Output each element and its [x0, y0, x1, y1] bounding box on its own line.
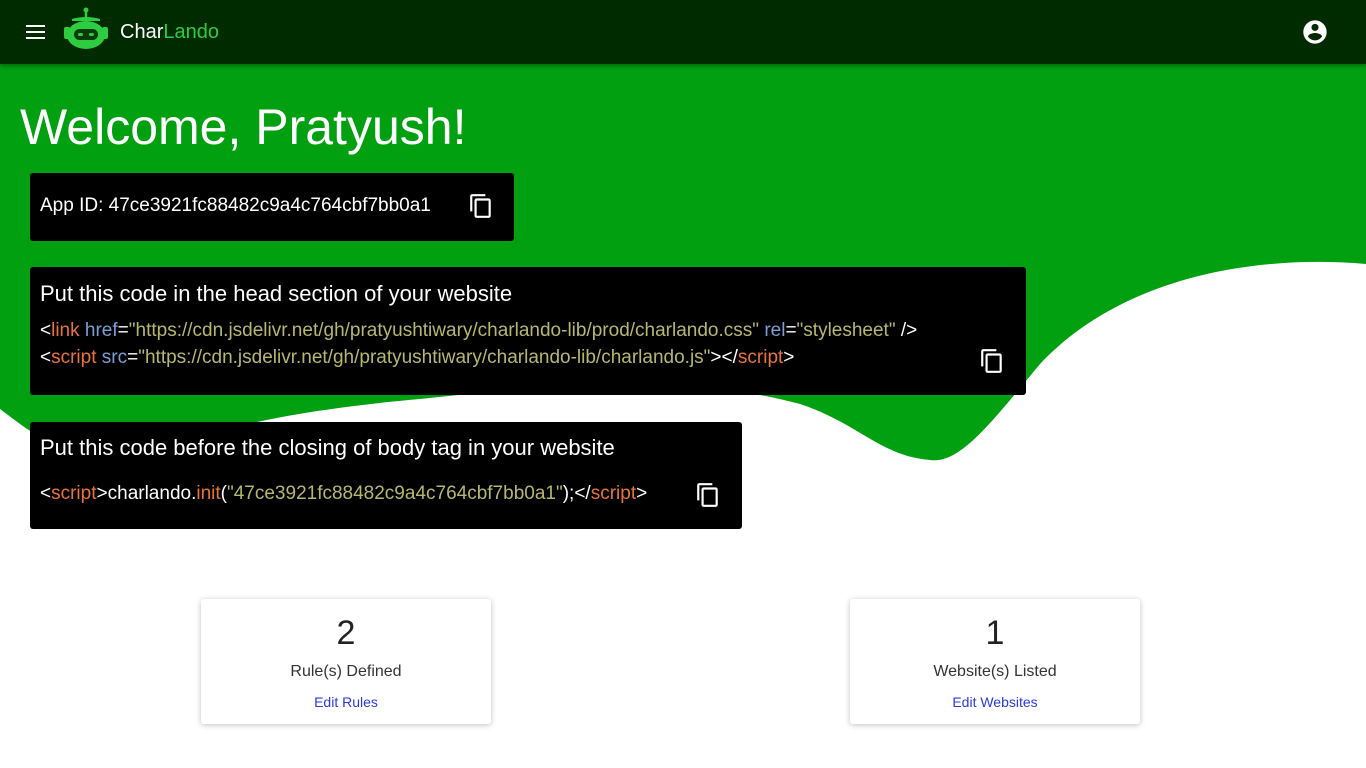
brand-name-part2: Lando	[163, 21, 219, 43]
rules-label: Rule(s) Defined	[290, 663, 402, 680]
robot-logo-icon	[60, 7, 112, 51]
websites-count: 1	[985, 614, 1005, 652]
rules-count: 2	[336, 614, 356, 652]
app-id-box: App ID: 47ce3921fc88482c9a4c764cbf7bb0a1	[30, 173, 514, 241]
copy-body-code-icon[interactable]	[695, 482, 721, 508]
brand-name-part1: Char	[120, 21, 164, 43]
edit-rules-link[interactable]: Edit Rules	[201, 693, 491, 711]
copy-head-code-icon[interactable]	[979, 348, 1005, 374]
copy-app-id-icon[interactable]	[468, 193, 494, 219]
edit-websites-link[interactable]: Edit Websites	[850, 693, 1140, 711]
head-code-box: Put this code in the head section of you…	[30, 267, 1026, 395]
websites-stat-card: 1 Website(s) Listed Edit Websites	[850, 599, 1140, 724]
brand-name[interactable]: CharLando	[120, 20, 219, 44]
account-circle-icon[interactable]	[1301, 18, 1329, 46]
head-code-line-1: <link href="https://cdn.jsdelivr.net/gh/…	[40, 320, 918, 341]
app-id-text: App ID: 47ce3921fc88482c9a4c764cbf7bb0a1	[40, 195, 431, 216]
app-bar: CharLando	[0, 0, 1366, 64]
welcome-heading: Welcome, Pratyush!	[20, 99, 467, 155]
head-code-title: Put this code in the head section of you…	[40, 281, 513, 306]
body-code-line: <script>charlando.init("47ce3921fc88482c…	[40, 483, 648, 504]
body-code-box: Put this code before the closing of body…	[30, 422, 742, 529]
rules-stat-card: 2 Rule(s) Defined Edit Rules	[201, 599, 491, 724]
hamburger-menu-icon[interactable]	[22, 18, 50, 46]
websites-label: Website(s) Listed	[933, 663, 1057, 680]
head-code-line-2: <script src="https://cdn.jsdelivr.net/gh…	[40, 347, 795, 368]
body-code-title: Put this code before the closing of body…	[40, 435, 615, 460]
